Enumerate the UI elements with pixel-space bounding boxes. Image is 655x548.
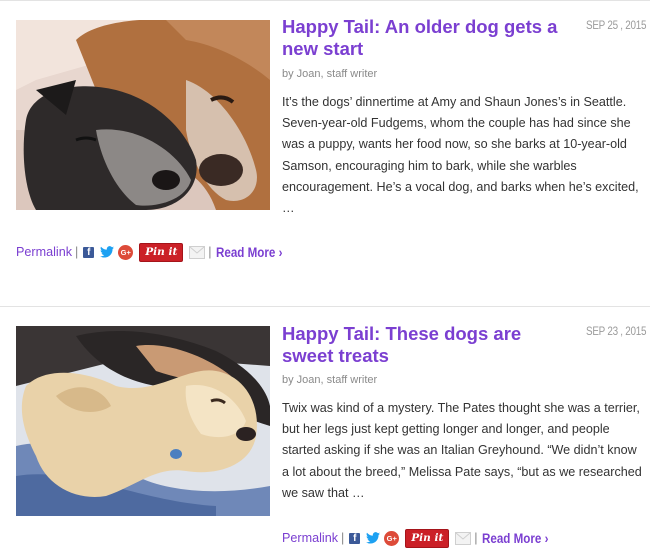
email-icon[interactable] [189, 245, 206, 259]
post-excerpt: Twix was kind of a mystery. The Pates th… [282, 401, 642, 500]
email-icon[interactable] [455, 531, 472, 545]
post-date: SEP 25 , 2015 [586, 20, 647, 32]
separator: | [341, 531, 345, 545]
post-excerpt: It’s the dogs’ dinnertime at Amy and Sha… [282, 95, 639, 216]
post-thumbnail[interactable] [16, 20, 270, 210]
post-actions: Permalink | f G+ Pin it | Read More › [16, 242, 293, 262]
pinterest-pin-button[interactable]: Pin it [139, 242, 184, 262]
dog-photo-icon [16, 326, 270, 516]
google-plus-icon[interactable]: G+ [384, 530, 400, 546]
post-thumbnail[interactable] [16, 326, 270, 516]
facebook-icon[interactable]: f [349, 532, 361, 544]
permalink-link[interactable]: Permalink [16, 245, 72, 259]
post-title[interactable]: Happy Tail: These dogs are sweet treats [282, 323, 572, 367]
post-title[interactable]: Happy Tail: An older dog gets a new star… [282, 16, 572, 60]
dog-photo-icon [16, 20, 270, 210]
post-date: SEP 23 , 2015 [586, 326, 647, 338]
post-divider [0, 306, 650, 307]
post-actions: Permalink | f G+ Pin it | Read More › [282, 528, 559, 548]
separator: | [75, 245, 79, 259]
read-more-link[interactable]: Read More › [482, 531, 548, 546]
read-more-link[interactable]: Read More › [216, 245, 282, 260]
separator: | [474, 531, 478, 545]
facebook-icon[interactable]: f [83, 246, 95, 258]
post-byline: by Joan, staff writer [282, 374, 378, 386]
top-divider [0, 0, 650, 1]
permalink-link[interactable]: Permalink [282, 531, 338, 545]
separator: | [208, 245, 212, 259]
twitter-icon[interactable] [366, 532, 381, 544]
google-plus-icon[interactable]: G+ [118, 244, 134, 260]
post-byline: by Joan, staff writer [282, 68, 378, 80]
twitter-icon[interactable] [100, 246, 115, 258]
